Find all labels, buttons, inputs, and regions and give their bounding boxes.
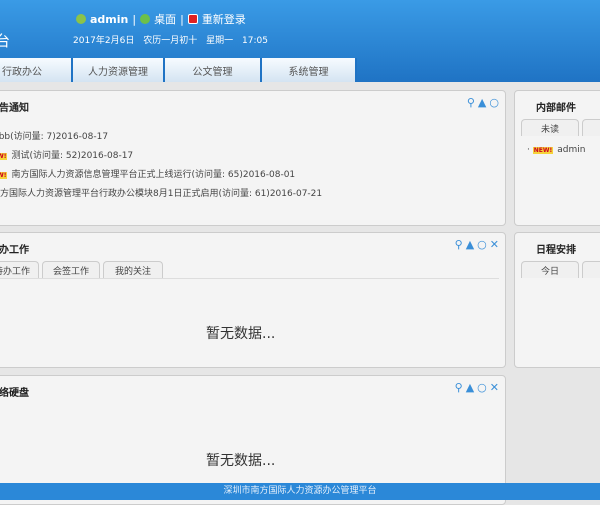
panel-title: 网络硬盘 (0, 388, 29, 399)
tab-system[interactable]: 系统管理 (262, 58, 357, 82)
footer: 深圳市南方国际人力资源办公管理平台 (0, 483, 600, 500)
date: 2017年2月6日 (73, 36, 135, 46)
username-link[interactable]: admin (90, 13, 128, 26)
schedule-tabs: 今日 (521, 261, 600, 278)
tab-documents[interactable]: 公文管理 (165, 58, 262, 82)
empty-message: 暂无数据... (206, 453, 276, 469)
tab-pending[interactable]: 待办工作 (0, 261, 39, 278)
refresh-icon[interactable]: ○ (489, 96, 499, 109)
list-item[interactable]: NEW!南方国际人力资源信息管理平台正式上线运行(访问量: 65)2016-08… (0, 167, 295, 180)
panel-title: 待办工作 (0, 245, 29, 256)
refresh-icon[interactable]: ○ (477, 381, 487, 394)
lunar-date: 农历一月初十 (143, 36, 198, 46)
notice-panel: 公告通知 ⚲▲○ bbb(访问量: 7)2016-08-17 NEW!测试(访问… (0, 90, 506, 226)
separator: | (180, 12, 184, 26)
search-icon[interactable]: ⚲ (455, 238, 463, 251)
tab-other[interactable] (582, 261, 600, 278)
tab-hr[interactable]: 人力资源管理 (73, 58, 165, 82)
panel-title: 公告通知 (0, 103, 29, 114)
work-panel: 待办工作 ⚲▲○✕ 待办工作 会签工作 我的关注 暂无数据... (0, 232, 506, 368)
panel-tools: ⚲ ▲ ○ (467, 96, 499, 109)
header: 平台 admin | 桌面 | 重新登录 2017年2月6日 农历一月初十 星期… (0, 0, 600, 82)
user-icon (76, 14, 86, 24)
new-badge: NEW! (0, 153, 8, 160)
refresh-icon[interactable]: ○ (477, 238, 487, 251)
mail-item[interactable]: · NEW! admin (527, 145, 585, 155)
tab-following[interactable]: 我的关注 (103, 261, 163, 278)
collapse-icon[interactable]: ▲ (466, 238, 474, 251)
tab-other[interactable] (582, 119, 600, 136)
app-title: 平台 (0, 32, 11, 50)
collapse-icon[interactable]: ▲ (466, 381, 474, 394)
search-icon[interactable]: ⚲ (455, 381, 463, 394)
weekday: 星期一 (206, 36, 234, 46)
tab-admin-office[interactable]: 行政办公 (0, 58, 73, 82)
tab-unread[interactable]: 未读 (521, 119, 579, 136)
tab-countersign[interactable]: 会签工作 (42, 261, 100, 278)
desktop-link[interactable]: 桌面 (154, 11, 176, 27)
panel-tools: ⚲ ▲ ○ ✕ (455, 238, 499, 251)
panel-title: 内部邮件 (536, 103, 576, 114)
schedule-panel: 日程安排 今日 (514, 232, 600, 368)
work-tabs: 待办工作 会签工作 我的关注 (0, 261, 163, 278)
list-item[interactable]: bbb(访问量: 7)2016-08-17 (0, 129, 108, 142)
separator: | (132, 12, 137, 26)
close-icon[interactable]: ✕ (490, 381, 499, 394)
logout-icon (187, 14, 198, 24)
time: 17:05 (242, 36, 268, 46)
collapse-icon[interactable]: ▲ (478, 96, 486, 109)
new-badge: NEW! (0, 172, 8, 179)
search-icon[interactable]: ⚲ (467, 96, 475, 109)
tab-today[interactable]: 今日 (521, 261, 579, 278)
empty-message: 暂无数据... (206, 326, 276, 342)
close-icon[interactable]: ✕ (490, 238, 499, 251)
list-item[interactable]: 南方国际人力资源管理平台行政办公模块8月1日正式启用(访问量: 61)2016-… (0, 186, 322, 199)
user-bar: admin | 桌面 | 重新登录 (76, 11, 246, 27)
mail-tabs: 未读 (521, 119, 600, 136)
relogin-link[interactable]: 重新登录 (202, 11, 246, 27)
nav-tabs: 行政办公 人力资源管理 公文管理 系统管理 (0, 58, 357, 82)
home-icon (140, 14, 151, 24)
mail-panel: 内部邮件 未读 · NEW! admin (514, 90, 600, 226)
new-badge: NEW! (532, 147, 554, 154)
panel-tools: ⚲ ▲ ○ ✕ (455, 381, 499, 394)
date-info: 2017年2月6日 农历一月初十 星期一 17:05 (73, 33, 268, 46)
panel-title: 日程安排 (536, 245, 576, 256)
list-item[interactable]: NEW!测试(访问量: 52)2016-08-17 (0, 148, 133, 161)
